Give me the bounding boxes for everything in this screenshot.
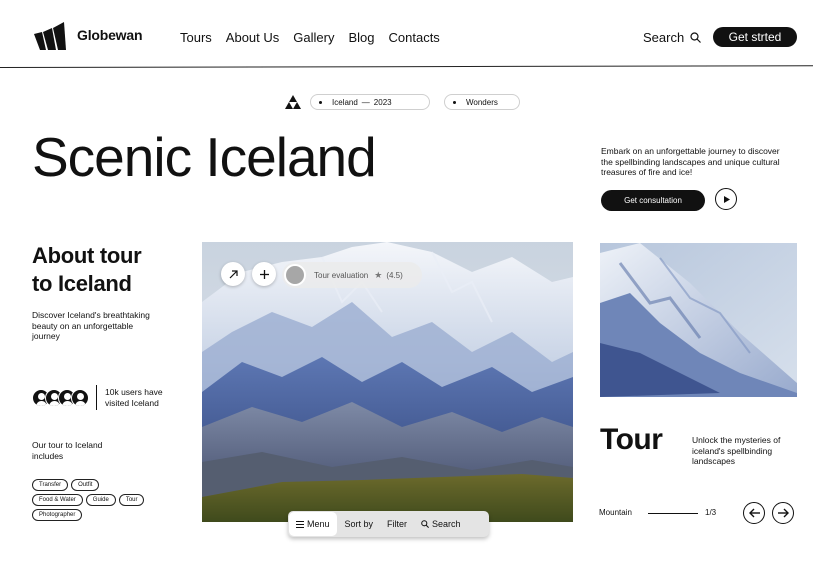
- side-mountain-photo: [600, 243, 797, 397]
- tag-guide[interactable]: Guide: [85, 494, 116, 506]
- previous-slide-button[interactable]: [743, 502, 765, 524]
- filter-label: Filter: [387, 519, 408, 529]
- nav-contacts[interactable]: Contacts: [389, 30, 440, 45]
- nav-tours[interactable]: Tours: [180, 30, 212, 45]
- menu-label: Menu: [307, 519, 330, 529]
- sort-by-button[interactable]: Sort by: [338, 511, 381, 537]
- tag-photographer[interactable]: Photographer: [32, 509, 83, 521]
- toolbar-search-label: Search: [432, 519, 461, 529]
- tour-evaluation-pill[interactable]: Tour evaluation ★ (4.5): [282, 262, 422, 288]
- photo-toolbar: Menu Sort by Filter Search: [288, 511, 489, 537]
- page-title: Scenic Iceland: [32, 126, 377, 188]
- location-year-pill[interactable]: Iceland — 2023: [310, 94, 430, 110]
- hero-description: Embark on an unforgettable journey to di…: [601, 146, 780, 177]
- eval-score: (4.5): [386, 270, 403, 280]
- pill-year: 2023: [373, 97, 392, 107]
- included-tags: Transfer Outfit Food & Water Guide Tour …: [32, 479, 152, 521]
- about-description: Discover Iceland's breathtaking beauty o…: [32, 310, 150, 341]
- wonders-pill[interactable]: Wonders: [444, 94, 520, 110]
- slide-label: Mountain: [599, 508, 632, 517]
- brand-name[interactable]: Globewan: [77, 27, 142, 43]
- open-photo-button[interactable]: [221, 262, 245, 286]
- pill-wonders-label: Wonders: [466, 97, 498, 107]
- tour-title: Tour: [600, 423, 663, 456]
- add-photo-button[interactable]: [252, 262, 276, 286]
- avatar: [71, 389, 89, 407]
- pill-dot: [319, 100, 322, 104]
- nav-blog[interactable]: Blog: [348, 30, 374, 45]
- main-nav: Tours About Us Gallery Blog Contacts: [180, 30, 440, 45]
- pill-separator: —: [361, 97, 370, 107]
- eval-label: Tour evaluation: [314, 270, 369, 280]
- play-icon: [723, 195, 730, 203]
- search-icon: [690, 32, 702, 43]
- plus-icon: [259, 269, 269, 279]
- arrow-up-right-icon: [229, 269, 238, 278]
- tag-food-water[interactable]: Food & Water: [32, 494, 83, 506]
- avatar: [284, 264, 306, 286]
- about-title: About tour to Iceland: [32, 242, 142, 298]
- next-slide-button[interactable]: [772, 502, 794, 524]
- header-search-label: Search: [643, 30, 685, 45]
- triangles-icon: [285, 95, 301, 109]
- header-divider: [0, 65, 813, 68]
- pill-place: Iceland: [332, 97, 358, 107]
- slide-counter: 1/3: [705, 508, 717, 517]
- menu-icon: [296, 520, 304, 528]
- about-title-line1: About tour: [32, 243, 142, 268]
- tag-tour[interactable]: Tour: [118, 494, 145, 506]
- arrow-right-icon: [777, 508, 789, 518]
- tour-description: Unlock the mysteries of iceland's spellb…: [692, 435, 781, 466]
- menu-button[interactable]: Menu: [289, 512, 337, 536]
- user-avatars: [32, 389, 89, 407]
- sort-by-label: Sort by: [344, 519, 374, 529]
- play-video-button[interactable]: [715, 188, 737, 210]
- slide-progress-line: [648, 513, 698, 514]
- nav-gallery[interactable]: Gallery: [293, 30, 334, 45]
- filter-button[interactable]: Filter: [380, 511, 414, 537]
- pill-dot: [453, 100, 456, 104]
- star-icon: ★: [374, 269, 383, 280]
- get-consultation-button[interactable]: Get consultation: [601, 190, 705, 211]
- users-count-text: 10k users have visited Iceland: [105, 387, 163, 408]
- arrow-left-icon: [748, 508, 760, 518]
- get-started-button[interactable]: Get strted: [713, 27, 797, 47]
- users-divider: [96, 385, 97, 410]
- toolbar-search-button[interactable]: Search: [414, 511, 468, 537]
- search-icon: [421, 520, 430, 528]
- globewan-logo-icon[interactable]: [34, 22, 66, 50]
- tag-outfit[interactable]: Outfit: [71, 479, 100, 491]
- tag-transfer[interactable]: Transfer: [32, 479, 69, 491]
- includes-heading: Our tour to Iceland includes: [32, 440, 103, 461]
- nav-about-us[interactable]: About Us: [226, 30, 279, 45]
- header-search[interactable]: Search: [643, 30, 702, 45]
- about-title-line2: to Iceland: [32, 271, 132, 296]
